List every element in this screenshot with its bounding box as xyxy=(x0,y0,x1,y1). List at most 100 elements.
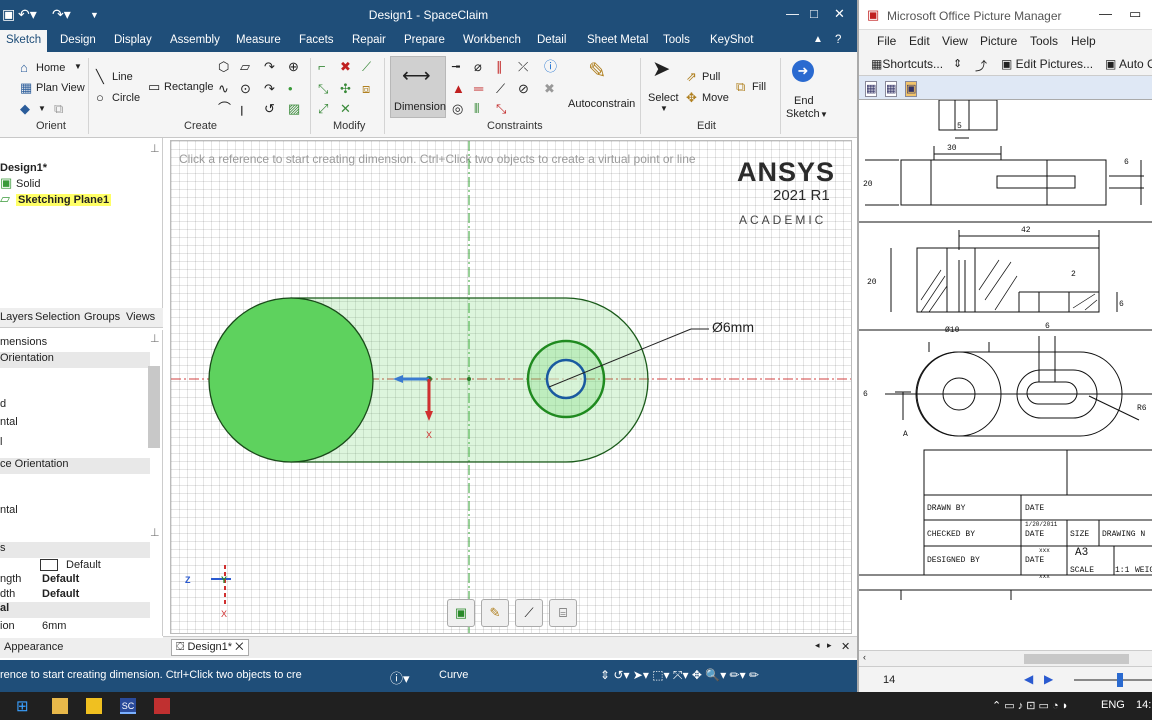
rotate-icon[interactable]: ⤴ xyxy=(975,57,987,74)
pm-menu-picture[interactable]: Picture xyxy=(980,34,1017,48)
pm-menu-file[interactable]: File xyxy=(877,34,896,48)
pm-menu-edit[interactable]: Edit xyxy=(909,34,930,48)
picture-manager-taskbar-icon[interactable] xyxy=(154,698,170,714)
offset-icon[interactable]: ⟋ xyxy=(362,60,371,74)
tangent-arc-icon[interactable]: ⊕ xyxy=(288,60,299,74)
fill-button[interactable]: Fill xyxy=(752,81,766,93)
equal-constraint-icon[interactable]: ═ xyxy=(474,82,483,96)
ellipse-icon[interactable]: ⊙ xyxy=(240,82,251,96)
prev-picture-icon[interactable]: ◀ xyxy=(1024,672,1033,686)
cube-icon[interactable]: ◆ xyxy=(20,102,30,116)
sketch-edit-button[interactable]: ✎ xyxy=(481,599,509,627)
language-indicator[interactable]: ENG xyxy=(1101,699,1125,711)
sticky-app-icon[interactable] xyxy=(86,698,102,714)
end-sketch-label-1[interactable]: End xyxy=(794,95,814,107)
view-icon[interactable]: ⧉ xyxy=(54,102,63,116)
scale-icon[interactable]: ✕ xyxy=(340,102,351,116)
end-sketch-dropdown-icon[interactable]: ▼ xyxy=(820,110,828,119)
info-icon[interactable]: ⓘ▾ xyxy=(390,668,410,687)
thumbnail-view-icon[interactable]: ▦ xyxy=(865,81,878,97)
parallel-constraint-icon[interactable]: ∥ xyxy=(496,60,503,74)
horizontal-constraint-icon[interactable]: ╼ xyxy=(452,60,460,74)
tab-workbench[interactable]: Workbench xyxy=(463,34,521,46)
home-dropdown-icon[interactable]: ▼ xyxy=(74,62,82,71)
tab-measure[interactable]: Measure xyxy=(236,34,281,46)
fix-constraint-icon[interactable]: ⊘ xyxy=(518,82,529,96)
arc2-icon[interactable]: ↷ xyxy=(264,82,275,96)
diameter-dimension-label[interactable]: Ø6mm xyxy=(712,319,754,335)
symmetric-constraint-icon[interactable]: ⫴ xyxy=(474,102,479,116)
color-swatch[interactable] xyxy=(40,559,58,571)
tab-selection[interactable]: Selection xyxy=(35,311,80,323)
plan-view-button[interactable]: Plan View xyxy=(36,82,85,94)
concentric-constraint-icon[interactable]: ◎ xyxy=(452,102,463,116)
plane-button[interactable]: ⟋ xyxy=(515,599,543,627)
tab-repair[interactable]: Repair xyxy=(352,34,386,46)
midpoint-constraint-icon[interactable]: ⤡ xyxy=(496,102,506,116)
scrollbar-thumb[interactable] xyxy=(1024,654,1129,664)
tab-keyshot[interactable]: KeyShot xyxy=(710,34,753,46)
view-cube-button[interactable]: ▣ xyxy=(447,599,475,627)
snapshot-button[interactable]: ⌸ xyxy=(549,599,577,627)
end-sketch-label-2[interactable]: Sketch xyxy=(786,108,820,120)
arc3-icon[interactable]: ꞁ xyxy=(240,102,244,116)
tab-scroll-left-icon[interactable]: ◂ xyxy=(815,640,820,651)
pm-maximize-icon[interactable]: ▭ xyxy=(1129,6,1141,22)
vertical-constraint-icon[interactable]: ▲ xyxy=(452,82,465,96)
circle-button[interactable]: Circle xyxy=(112,92,140,104)
pm-horizontal-scrollbar[interactable]: ‹ xyxy=(859,650,1152,666)
tab-sheet-metal[interactable]: Sheet Metal xyxy=(587,34,648,46)
auto-correct-button[interactable]: ▣ Auto C xyxy=(1105,57,1152,71)
rectangle-button[interactable]: Rectangle xyxy=(164,81,214,93)
delete-curve-icon[interactable]: ✖ xyxy=(340,60,351,74)
props-scrollbar[interactable] xyxy=(148,366,160,448)
slot-icon[interactable]: ⌒ xyxy=(218,102,231,116)
tab-sketch[interactable]: Sketch xyxy=(0,30,48,52)
tab-assembly[interactable]: Assembly xyxy=(170,34,220,46)
tab-display[interactable]: Display xyxy=(114,34,152,46)
bend-icon[interactable]: ⤢ xyxy=(318,102,328,116)
windows-start-icon[interactable]: ⊞ xyxy=(16,697,32,715)
spaceclaim-taskbar-icon[interactable]: SC xyxy=(120,698,136,714)
status-tools-icons[interactable]: ⇕ ↺▾ ➤▾ ⬚▾ ⤧▾ ✥ 🔍▾ ✏▾ ✏ xyxy=(600,668,759,683)
doc-tab-design1[interactable]: ⛋ Design1* ✕ xyxy=(171,639,249,656)
coincident-constraint-icon[interactable]: ⌀ xyxy=(474,60,482,74)
spline-icon[interactable]: ∿ xyxy=(218,82,229,96)
tab-detail[interactable]: Detail xyxy=(537,34,566,46)
sketch-canvas[interactable]: Click a reference to start creating dime… xyxy=(170,140,852,634)
trim-icon[interactable]: ⌐ xyxy=(318,60,326,74)
mirror-icon[interactable]: ⤡ xyxy=(318,82,328,96)
selection-mode[interactable]: Curve xyxy=(439,669,468,681)
pm-menu-view[interactable]: View xyxy=(942,34,968,48)
tree-item-solid[interactable]: Solid xyxy=(16,178,40,190)
tab-prepare[interactable]: Prepare xyxy=(404,34,445,46)
minimize-icon[interactable]: — xyxy=(786,6,799,21)
tab-scroll-right-icon[interactable]: ▸ xyxy=(827,640,832,651)
box-icon[interactable]: ▱ xyxy=(240,60,250,74)
edit-pictures-button[interactable]: ▣ Edit Pictures... xyxy=(1001,57,1093,71)
tab-groups[interactable]: Groups xyxy=(84,311,120,323)
single-view-icon[interactable]: ▣ xyxy=(905,81,918,97)
autoconstrain-button[interactable]: Autoconstrain xyxy=(568,98,635,110)
perpendicular-constraint-icon[interactable]: ⤫ xyxy=(518,60,528,74)
tab-appearance[interactable]: Appearance xyxy=(4,641,63,653)
scroll-left-icon[interactable]: ‹ xyxy=(863,652,866,662)
pin-icon[interactable]: ⊥ xyxy=(150,142,160,155)
info-icon[interactable]: ⓘ xyxy=(544,60,557,74)
tab-tools[interactable]: Tools xyxy=(663,34,690,46)
next-picture-icon[interactable]: ▶ xyxy=(1044,672,1053,686)
point-icon[interactable]: • xyxy=(288,82,293,96)
split-icon[interactable]: ✣ xyxy=(340,82,351,96)
select-button[interactable]: Select xyxy=(648,92,679,104)
pm-menu-help[interactable]: Help xyxy=(1071,34,1096,48)
pin-icon[interactable]: ⊥ xyxy=(150,526,160,539)
shortcuts-button[interactable]: ▦Shortcuts... xyxy=(871,57,943,71)
pm-minimize-icon[interactable]: — xyxy=(1099,6,1112,21)
maximize-icon[interactable]: □ xyxy=(810,6,818,21)
close-doc-icon[interactable]: ✕ xyxy=(841,640,850,653)
polygon-icon[interactable]: ⬡ xyxy=(218,60,229,74)
home-button[interactable]: Home xyxy=(36,62,65,74)
pm-menu-tools[interactable]: Tools xyxy=(1030,34,1058,48)
zoom-slider-thumb[interactable] xyxy=(1117,673,1123,687)
arc-icon[interactable]: ↷ xyxy=(264,60,275,74)
